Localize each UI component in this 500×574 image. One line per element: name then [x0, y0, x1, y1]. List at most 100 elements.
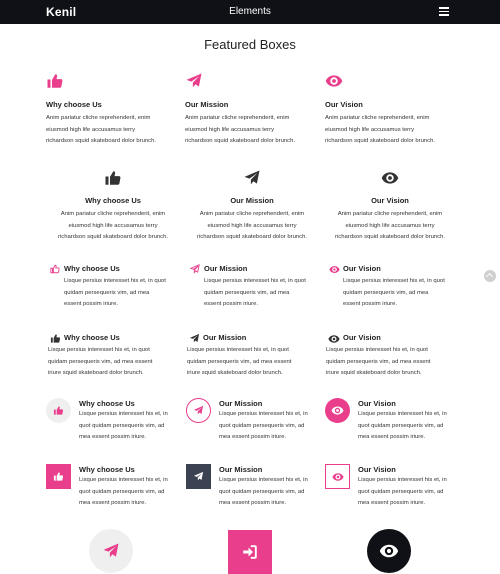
feature-box-vision-centered: Our Vision Anim pariatur cliche reprehen… — [325, 169, 455, 244]
feature-text-line: iriure squid skateboard dolor brunch. — [326, 370, 422, 376]
feature-title: Our Mission — [185, 100, 229, 109]
feature-text-line: Anim pariatur cliche reprehenderit, enim — [46, 115, 151, 121]
feature-title: Our Mission — [219, 465, 263, 474]
thumbs-up-icon — [46, 398, 71, 423]
feature-title: Our Vision — [343, 333, 381, 342]
eye-icon — [325, 464, 350, 489]
eye-icon — [329, 264, 340, 275]
feature-text-line: richardson squid skateboard dolor brunch… — [57, 234, 169, 240]
feature-title: Why choose Us — [64, 264, 120, 273]
feature-title: Why choose Us — [64, 333, 120, 342]
scroll-to-top-button[interactable] — [484, 270, 496, 282]
hamburger-icon[interactable] — [439, 7, 449, 16]
feature-text-line: quidam persequeris vim, ad mea essent — [48, 358, 153, 365]
feature-text-line: mea essent possim iriure. — [358, 434, 426, 440]
feature-text-line: iriure squid skateboard dolor brunch. — [48, 370, 144, 376]
feature-title: Our Mission — [203, 333, 247, 342]
feature-text-line: Lisque persius interesset his et, in quo… — [343, 278, 445, 284]
feature-text-line: richardson squid skateboard dolor brunch… — [46, 138, 157, 144]
feature-box-why: Why choose Us Anim pariatur cliche repre… — [46, 72, 186, 148]
paper-plane-icon — [89, 529, 133, 573]
thumbs-up-icon — [46, 464, 71, 489]
feature-text-line: richardson squid skateboard dolor brunch… — [185, 138, 296, 144]
feature-text-line: quidam persequeris vim, ad mea — [343, 289, 429, 296]
feature-text-line: Lisque persius interesset his et, in — [219, 411, 308, 417]
eye-icon — [325, 398, 350, 423]
feature-text-line: Lisque persius interesset his et, in — [219, 477, 308, 483]
paper-plane-icon — [186, 398, 211, 423]
feature-title: Why choose Us — [46, 100, 102, 109]
feature-title: Why choose Us — [79, 399, 135, 408]
feature-text-line: mea essent possim iriure. — [219, 500, 287, 506]
eye-icon — [367, 529, 411, 573]
thumbs-up-icon — [50, 333, 61, 344]
paper-plane-icon — [243, 169, 261, 187]
feature-text-line: mea essent possim iriure. — [358, 500, 426, 506]
feature-text: Lisque persius interesset his et, in quo… — [187, 345, 332, 380]
feature-text: Anim pariatur cliche reprehenderit, enim… — [187, 209, 317, 244]
feature-text-line: essent possim iriure. — [64, 301, 119, 307]
feature-text: Lisque persius interesset his et, in quot… — [358, 409, 488, 444]
feature-text-line: Lisque persius interesset his et, in — [79, 477, 168, 483]
feature-text-line: Lisque persius interesset his et, in quo… — [326, 347, 428, 353]
feature-box-why-centered: Why choose Us Anim pariatur cliche repre… — [48, 169, 178, 244]
sign-in-icon — [228, 530, 272, 574]
thumbs-up-icon — [50, 264, 60, 274]
feature-text-line: quot quidam persequeris vim, ad — [358, 488, 444, 495]
eye-icon — [328, 333, 340, 345]
feature-text-line: mea essent possim iriure. — [219, 434, 287, 440]
paper-plane-icon — [185, 72, 325, 90]
feature-text-line: richardson squid skateboard dolor brunch… — [325, 138, 436, 144]
feature-text-line: Anim pariatur cliche reprehenderit, enim — [325, 115, 430, 121]
feature-text-line: Lisque persius interesset his et, in — [79, 411, 168, 417]
feature-text: Anim pariatur cliche reprehenderit, enim… — [325, 113, 465, 148]
feature-title: Our Vision — [371, 196, 409, 205]
feature-text-line: mea essent possim iriure. — [79, 434, 147, 440]
feature-text: Anim pariatur cliche reprehenderit, enim… — [325, 209, 455, 244]
paper-plane-icon — [189, 333, 200, 344]
feature-text: Lisque persius interesset his et, in quo… — [204, 276, 334, 311]
eye-icon — [325, 72, 465, 90]
feature-text-line: eiusmod high life accusamus terry — [345, 222, 435, 229]
feature-text-line: quidam persequeris vim, ad mea essent — [187, 358, 292, 365]
feature-text-line: Lisque persius interesset his et, in quo… — [187, 347, 289, 353]
feature-text-line: eiusmod high life accusamus terry — [46, 126, 136, 133]
feature-title: Our Vision — [358, 399, 396, 408]
feature-text-line: iriure squid skateboard dolor brunch. — [187, 370, 283, 376]
feature-text-line: Anim pariatur cliche reprehenderit, enim — [185, 115, 290, 121]
feature-text-line: Anim pariatur cliche reprehenderit, enim — [337, 211, 443, 217]
feature-text-line: richardson squid skateboard dolor brunch… — [196, 234, 308, 240]
feature-text: Lisque persius interesset his et, in quo… — [48, 345, 193, 380]
feature-box-vision: Our Vision Anim pariatur cliche reprehen… — [325, 72, 465, 148]
feature-box-mission: Our Mission Anim pariatur cliche reprehe… — [185, 72, 325, 148]
thumbs-up-icon — [46, 72, 186, 90]
feature-box-mission-centered: Our Mission Anim pariatur cliche reprehe… — [187, 169, 317, 244]
feature-text-line: Anim pariatur cliche reprehenderit, enim — [60, 211, 166, 217]
feature-text-line: mea essent possim iriure. — [79, 500, 147, 506]
feature-text: Lisque persius interesset his et, in quo… — [64, 276, 194, 311]
feature-text-line: eiusmod high life accusamus terry — [185, 126, 275, 133]
feature-text-line: richardson squid skateboard dolor brunch… — [334, 234, 446, 240]
feature-text-line: quot quidam persequeris vim, ad — [79, 422, 165, 429]
paper-plane-icon — [186, 464, 211, 489]
feature-text-line: essent possim iriure. — [343, 301, 398, 307]
feature-title: Our Mission — [219, 399, 263, 408]
feature-title: Our Mission — [204, 264, 248, 273]
feature-text: Anim pariatur cliche reprehenderit, enim… — [48, 209, 178, 244]
top-navbar: Kenil Elements — [0, 0, 500, 24]
feature-text: Lisque persius interesset his et, in quo… — [326, 345, 471, 380]
feature-title: Our Vision — [358, 465, 396, 474]
feature-text-line: quot quidam persequeris vim, ad — [219, 488, 305, 495]
eye-icon — [381, 169, 399, 187]
feature-title: Why choose Us — [85, 196, 141, 205]
thumbs-up-icon — [104, 169, 122, 187]
feature-text: Anim pariatur cliche reprehenderit, enim… — [185, 113, 325, 148]
feature-text-line: quidam persequeris vim, ad mea — [204, 289, 290, 296]
feature-text-line: Anim pariatur cliche reprehenderit, enim — [199, 211, 305, 217]
feature-text-line: quot quidam persequeris vim, ad — [79, 488, 165, 495]
feature-text: Lisque persius interesset his et, in quot… — [358, 475, 488, 510]
feature-title: Why choose Us — [79, 465, 135, 474]
feature-text-line: Lisque persius interesset his et, in quo… — [48, 347, 150, 353]
page-title: Elements — [229, 6, 271, 17]
feature-title: Our Mission — [230, 196, 274, 205]
